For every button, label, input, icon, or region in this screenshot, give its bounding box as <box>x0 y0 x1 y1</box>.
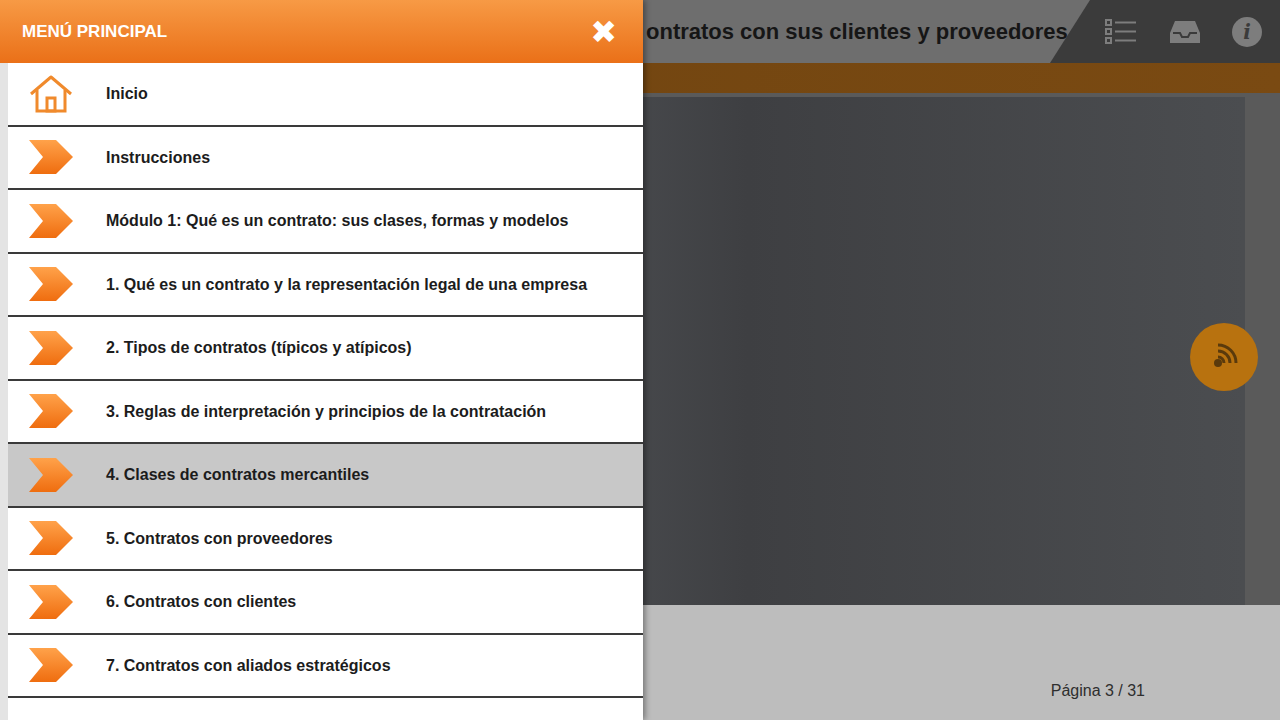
arrow-icon <box>28 203 74 239</box>
list-icon[interactable] <box>1104 17 1138 47</box>
menu-item[interactable]: 7. Contratos con aliados estratégicos <box>8 635 643 699</box>
arrow-icon <box>28 139 74 175</box>
main-menu: MENÚ PRINCIPAL ✖ Inicio Instrucciones Módulo… <box>0 0 643 720</box>
menu-item[interactable]: 6. Contratos con clientes <box>8 571 643 635</box>
arrow-icon <box>28 330 74 366</box>
course-screen: ontratos con sus clientes y proveedoresi… <box>0 0 1280 720</box>
menu-item[interactable]: 5. Contratos con proveedores <box>8 508 643 572</box>
info-button[interactable]: i <box>1232 17 1262 47</box>
menu-item[interactable]: Módulo 1: Qué es un contrato: sus clases… <box>8 190 643 254</box>
menu-list: Inicio Instrucciones Módulo 1: Qué es un c… <box>0 63 643 720</box>
menu-item-label: 3. Reglas de interpretación y principios… <box>106 402 643 421</box>
arrow-icon <box>28 457 74 493</box>
header-tools: i <box>1050 0 1280 63</box>
menu-item-label: 5. Contratos con proveedores <box>106 529 643 548</box>
arrow-icon <box>28 647 74 683</box>
menu-title: MENÚ PRINCIPAL <box>22 22 167 42</box>
menu-item[interactable]: 1. Qué es un contrato y la representació… <box>8 254 643 318</box>
arrow-icon <box>28 520 74 556</box>
menu-item[interactable]: 3. Reglas de interpretación y principios… <box>8 381 643 445</box>
arrow-icon <box>28 393 74 429</box>
page-indicator: Página 3 / 31 <box>1051 682 1145 700</box>
menu-item-label: Módulo 1: Qué es un contrato: sus clases… <box>106 211 643 230</box>
menu-item[interactable]: 2. Tipos de contratos (típicos y atípico… <box>8 317 643 381</box>
menu-item[interactable]: Instrucciones <box>8 127 643 191</box>
menu-item-label: 1. Qué es un contrato y la representació… <box>106 275 643 294</box>
arrow-icon <box>28 266 74 302</box>
menu-item[interactable]: Inicio <box>8 63 643 127</box>
audio-icon <box>1204 337 1244 377</box>
inbox-icon[interactable] <box>1168 18 1202 46</box>
home-icon <box>28 74 74 114</box>
audio-button[interactable] <box>1190 323 1258 391</box>
menu-item-partial <box>8 698 643 720</box>
arrow-icon <box>28 584 74 620</box>
menu-item-label: Instrucciones <box>106 148 643 167</box>
menu-item-label: 4. Clases de contratos mercantiles <box>106 465 643 484</box>
menu-header: MENÚ PRINCIPAL ✖ <box>0 0 643 63</box>
menu-item-label: 2. Tipos de contratos (típicos y atípico… <box>106 338 643 357</box>
menu-item-label: 7. Contratos con aliados estratégicos <box>106 656 643 675</box>
menu-item-label: 6. Contratos con clientes <box>106 592 643 611</box>
close-button[interactable]: ✖ <box>590 16 617 48</box>
menu-item-label: Inicio <box>106 84 643 103</box>
menu-item[interactable]: 4. Clases de contratos mercantiles <box>8 444 643 508</box>
